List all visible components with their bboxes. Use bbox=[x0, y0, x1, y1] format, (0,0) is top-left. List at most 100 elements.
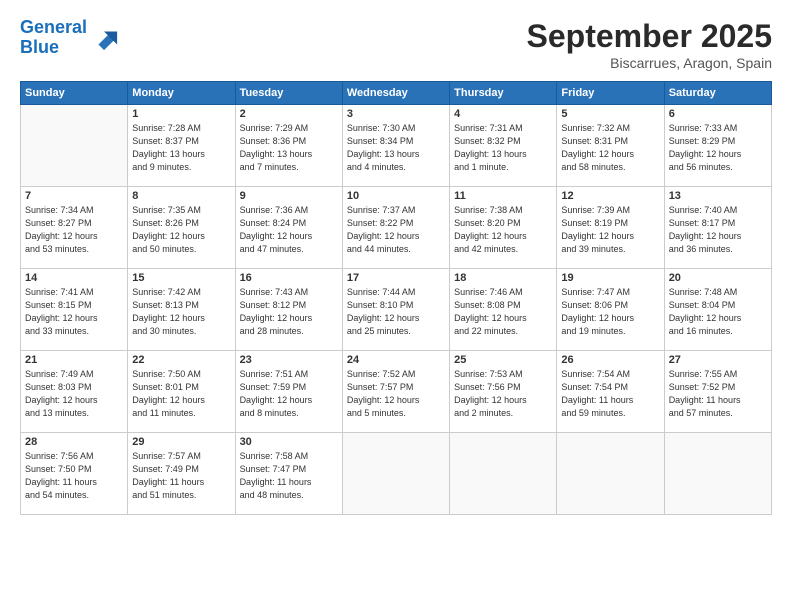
calendar-cell: 1 Sunrise: 7:28 AMSunset: 8:37 PMDaylight… bbox=[128, 105, 235, 187]
day-number: 10 bbox=[347, 190, 445, 202]
day-info: Sunrise: 7:55 AMSunset: 7:52 PMDaylight:… bbox=[669, 368, 767, 420]
logo-icon bbox=[91, 24, 119, 52]
calendar-cell: 9Sunrise: 7:36 AMSunset: 8:24 PMDaylight… bbox=[235, 187, 342, 269]
calendar-cell bbox=[342, 433, 449, 515]
day-header-friday: Friday bbox=[557, 82, 664, 105]
day-number: 17 bbox=[347, 272, 445, 284]
calendar-cell: 27 Sunrise: 7:55 AMSunset: 7:52 PMDayligh… bbox=[664, 351, 771, 433]
day-info: Sunrise: 7:49 AMSunset: 8:03 PMDaylight:… bbox=[25, 368, 123, 420]
location: Biscarrues, Aragon, Spain bbox=[527, 55, 772, 71]
logo: GeneralBlue bbox=[20, 18, 119, 58]
calendar-cell: 19Sunrise: 7:47 AMSunset: 8:06 PMDayligh… bbox=[557, 269, 664, 351]
day-number: 6 bbox=[669, 108, 767, 120]
day-header-thursday: Thursday bbox=[450, 82, 557, 105]
day-info: Sunrise: 7:31 AMSunset: 8:32 PMDaylight:… bbox=[454, 122, 552, 174]
calendar-cell: 25 Sunrise: 7:53 AMSunset: 7:56 PMDayligh… bbox=[450, 351, 557, 433]
calendar-cell bbox=[557, 433, 664, 515]
day-number: 23 bbox=[240, 354, 338, 366]
day-info: Sunrise: 7:47 AMSunset: 8:06 PMDaylight:… bbox=[561, 286, 659, 338]
calendar-cell: 16 Sunrise: 7:43 AMSunset: 8:12 PMDayligh… bbox=[235, 269, 342, 351]
day-info: Sunrise: 7:52 AMSunset: 7:57 PMDaylight:… bbox=[347, 368, 445, 420]
day-info: Sunrise: 7:57 AMSunset: 7:49 PMDaylight:… bbox=[132, 450, 230, 502]
day-number: 2 bbox=[240, 108, 338, 120]
day-number: 4 bbox=[454, 108, 552, 120]
day-info: Sunrise: 7:43 AMSunset: 8:12 PMDaylight:… bbox=[240, 286, 338, 338]
day-number: 26 bbox=[561, 354, 659, 366]
calendar-cell bbox=[664, 433, 771, 515]
calendar-cell: 21 Sunrise: 7:49 AMSunset: 8:03 PMDayligh… bbox=[21, 351, 128, 433]
day-number: 14 bbox=[25, 272, 123, 284]
calendar-week-row: 1 Sunrise: 7:28 AMSunset: 8:37 PMDaylight… bbox=[21, 105, 772, 187]
day-info: Sunrise: 7:58 AMSunset: 7:47 PMDaylight:… bbox=[240, 450, 338, 502]
day-number: 24 bbox=[347, 354, 445, 366]
calendar-cell: 30 Sunrise: 7:58 AMSunset: 7:47 PMDayligh… bbox=[235, 433, 342, 515]
day-number: 15 bbox=[132, 272, 230, 284]
day-number: 30 bbox=[240, 436, 338, 448]
month-title: September 2025 bbox=[527, 18, 772, 55]
day-header-tuesday: Tuesday bbox=[235, 82, 342, 105]
day-number: 28 bbox=[25, 436, 123, 448]
calendar-cell: 18Sunrise: 7:46 AMSunset: 8:08 PMDayligh… bbox=[450, 269, 557, 351]
day-info: Sunrise: 7:48 AMSunset: 8:04 PMDaylight:… bbox=[669, 286, 767, 338]
day-info: Sunrise: 7:28 AMSunset: 8:37 PMDaylight:… bbox=[132, 122, 230, 174]
day-info: Sunrise: 7:54 AMSunset: 7:54 PMDaylight:… bbox=[561, 368, 659, 420]
calendar-cell: 26 Sunrise: 7:54 AMSunset: 7:54 PMDayligh… bbox=[557, 351, 664, 433]
calendar-cell: 13Sunrise: 7:40 AMSunset: 8:17 PMDayligh… bbox=[664, 187, 771, 269]
day-number: 21 bbox=[25, 354, 123, 366]
day-number: 25 bbox=[454, 354, 552, 366]
day-info: Sunrise: 7:40 AMSunset: 8:17 PMDaylight:… bbox=[669, 204, 767, 256]
calendar-week-row: 21 Sunrise: 7:49 AMSunset: 8:03 PMDayligh… bbox=[21, 351, 772, 433]
calendar-cell: 5Sunrise: 7:32 AMSunset: 8:31 PMDaylight… bbox=[557, 105, 664, 187]
day-info: Sunrise: 7:46 AMSunset: 8:08 PMDaylight:… bbox=[454, 286, 552, 338]
calendar-cell: 10 Sunrise: 7:37 AMSunset: 8:22 PMDayligh… bbox=[342, 187, 449, 269]
day-info: Sunrise: 7:42 AMSunset: 8:13 PMDaylight:… bbox=[132, 286, 230, 338]
day-info: Sunrise: 7:30 AMSunset: 8:34 PMDaylight:… bbox=[347, 122, 445, 174]
calendar-cell: 6 Sunrise: 7:33 AMSunset: 8:29 PMDaylight… bbox=[664, 105, 771, 187]
calendar-cell: 15 Sunrise: 7:42 AMSunset: 8:13 PMDayligh… bbox=[128, 269, 235, 351]
day-info: Sunrise: 7:34 AMSunset: 8:27 PMDaylight:… bbox=[25, 204, 123, 256]
calendar-cell: 7 Sunrise: 7:34 AMSunset: 8:27 PMDaylight… bbox=[21, 187, 128, 269]
day-info: Sunrise: 7:29 AMSunset: 8:36 PMDaylight:… bbox=[240, 122, 338, 174]
day-number: 7 bbox=[25, 190, 123, 202]
day-header-sunday: Sunday bbox=[21, 82, 128, 105]
day-info: Sunrise: 7:53 AMSunset: 7:56 PMDaylight:… bbox=[454, 368, 552, 420]
day-number: 22 bbox=[132, 354, 230, 366]
day-number: 29 bbox=[132, 436, 230, 448]
calendar-cell bbox=[450, 433, 557, 515]
day-info: Sunrise: 7:38 AMSunset: 8:20 PMDaylight:… bbox=[454, 204, 552, 256]
calendar-cell: 23Sunrise: 7:51 AMSunset: 7:59 PMDayligh… bbox=[235, 351, 342, 433]
day-info: Sunrise: 7:39 AMSunset: 8:19 PMDaylight:… bbox=[561, 204, 659, 256]
title-block: September 2025 Biscarrues, Aragon, Spain bbox=[527, 18, 772, 71]
day-info: Sunrise: 7:35 AMSunset: 8:26 PMDaylight:… bbox=[132, 204, 230, 256]
calendar-cell: 3 Sunrise: 7:30 AMSunset: 8:34 PMDaylight… bbox=[342, 105, 449, 187]
calendar-cell: 29 Sunrise: 7:57 AMSunset: 7:49 PMDayligh… bbox=[128, 433, 235, 515]
calendar-cell: 24 Sunrise: 7:52 AMSunset: 7:57 PMDayligh… bbox=[342, 351, 449, 433]
day-info: Sunrise: 7:33 AMSunset: 8:29 PMDaylight:… bbox=[669, 122, 767, 174]
calendar-week-row: 14 Sunrise: 7:41 AMSunset: 8:15 PMDayligh… bbox=[21, 269, 772, 351]
calendar-week-row: 7 Sunrise: 7:34 AMSunset: 8:27 PMDaylight… bbox=[21, 187, 772, 269]
calendar-week-row: 28 Sunrise: 7:56 AMSunset: 7:50 PMDayligh… bbox=[21, 433, 772, 515]
day-number: 9 bbox=[240, 190, 338, 202]
day-number: 11 bbox=[454, 190, 552, 202]
day-info: Sunrise: 7:37 AMSunset: 8:22 PMDaylight:… bbox=[347, 204, 445, 256]
calendar-cell: 11 Sunrise: 7:38 AMSunset: 8:20 PMDayligh… bbox=[450, 187, 557, 269]
calendar-cell: 2 Sunrise: 7:29 AMSunset: 8:36 PMDaylight… bbox=[235, 105, 342, 187]
calendar-cell: 17 Sunrise: 7:44 AMSunset: 8:10 PMDayligh… bbox=[342, 269, 449, 351]
day-info: Sunrise: 7:41 AMSunset: 8:15 PMDaylight:… bbox=[25, 286, 123, 338]
day-info: Sunrise: 7:56 AMSunset: 7:50 PMDaylight:… bbox=[25, 450, 123, 502]
day-number: 1 bbox=[132, 108, 230, 120]
calendar-table: SundayMondayTuesdayWednesdayThursdayFrid… bbox=[20, 81, 772, 515]
calendar-cell bbox=[21, 105, 128, 187]
day-header-wednesday: Wednesday bbox=[342, 82, 449, 105]
calendar-cell: 8Sunrise: 7:35 AMSunset: 8:26 PMDaylight… bbox=[128, 187, 235, 269]
day-header-saturday: Saturday bbox=[664, 82, 771, 105]
day-number: 16 bbox=[240, 272, 338, 284]
day-header-monday: Monday bbox=[128, 82, 235, 105]
day-number: 27 bbox=[669, 354, 767, 366]
header: GeneralBlue September 2025 Biscarrues, A… bbox=[20, 18, 772, 71]
calendar-cell: 20Sunrise: 7:48 AMSunset: 8:04 PMDayligh… bbox=[664, 269, 771, 351]
day-number: 3 bbox=[347, 108, 445, 120]
calendar-cell: 28 Sunrise: 7:56 AMSunset: 7:50 PMDayligh… bbox=[21, 433, 128, 515]
calendar-cell: 14 Sunrise: 7:41 AMSunset: 8:15 PMDayligh… bbox=[21, 269, 128, 351]
day-info: Sunrise: 7:44 AMSunset: 8:10 PMDaylight:… bbox=[347, 286, 445, 338]
